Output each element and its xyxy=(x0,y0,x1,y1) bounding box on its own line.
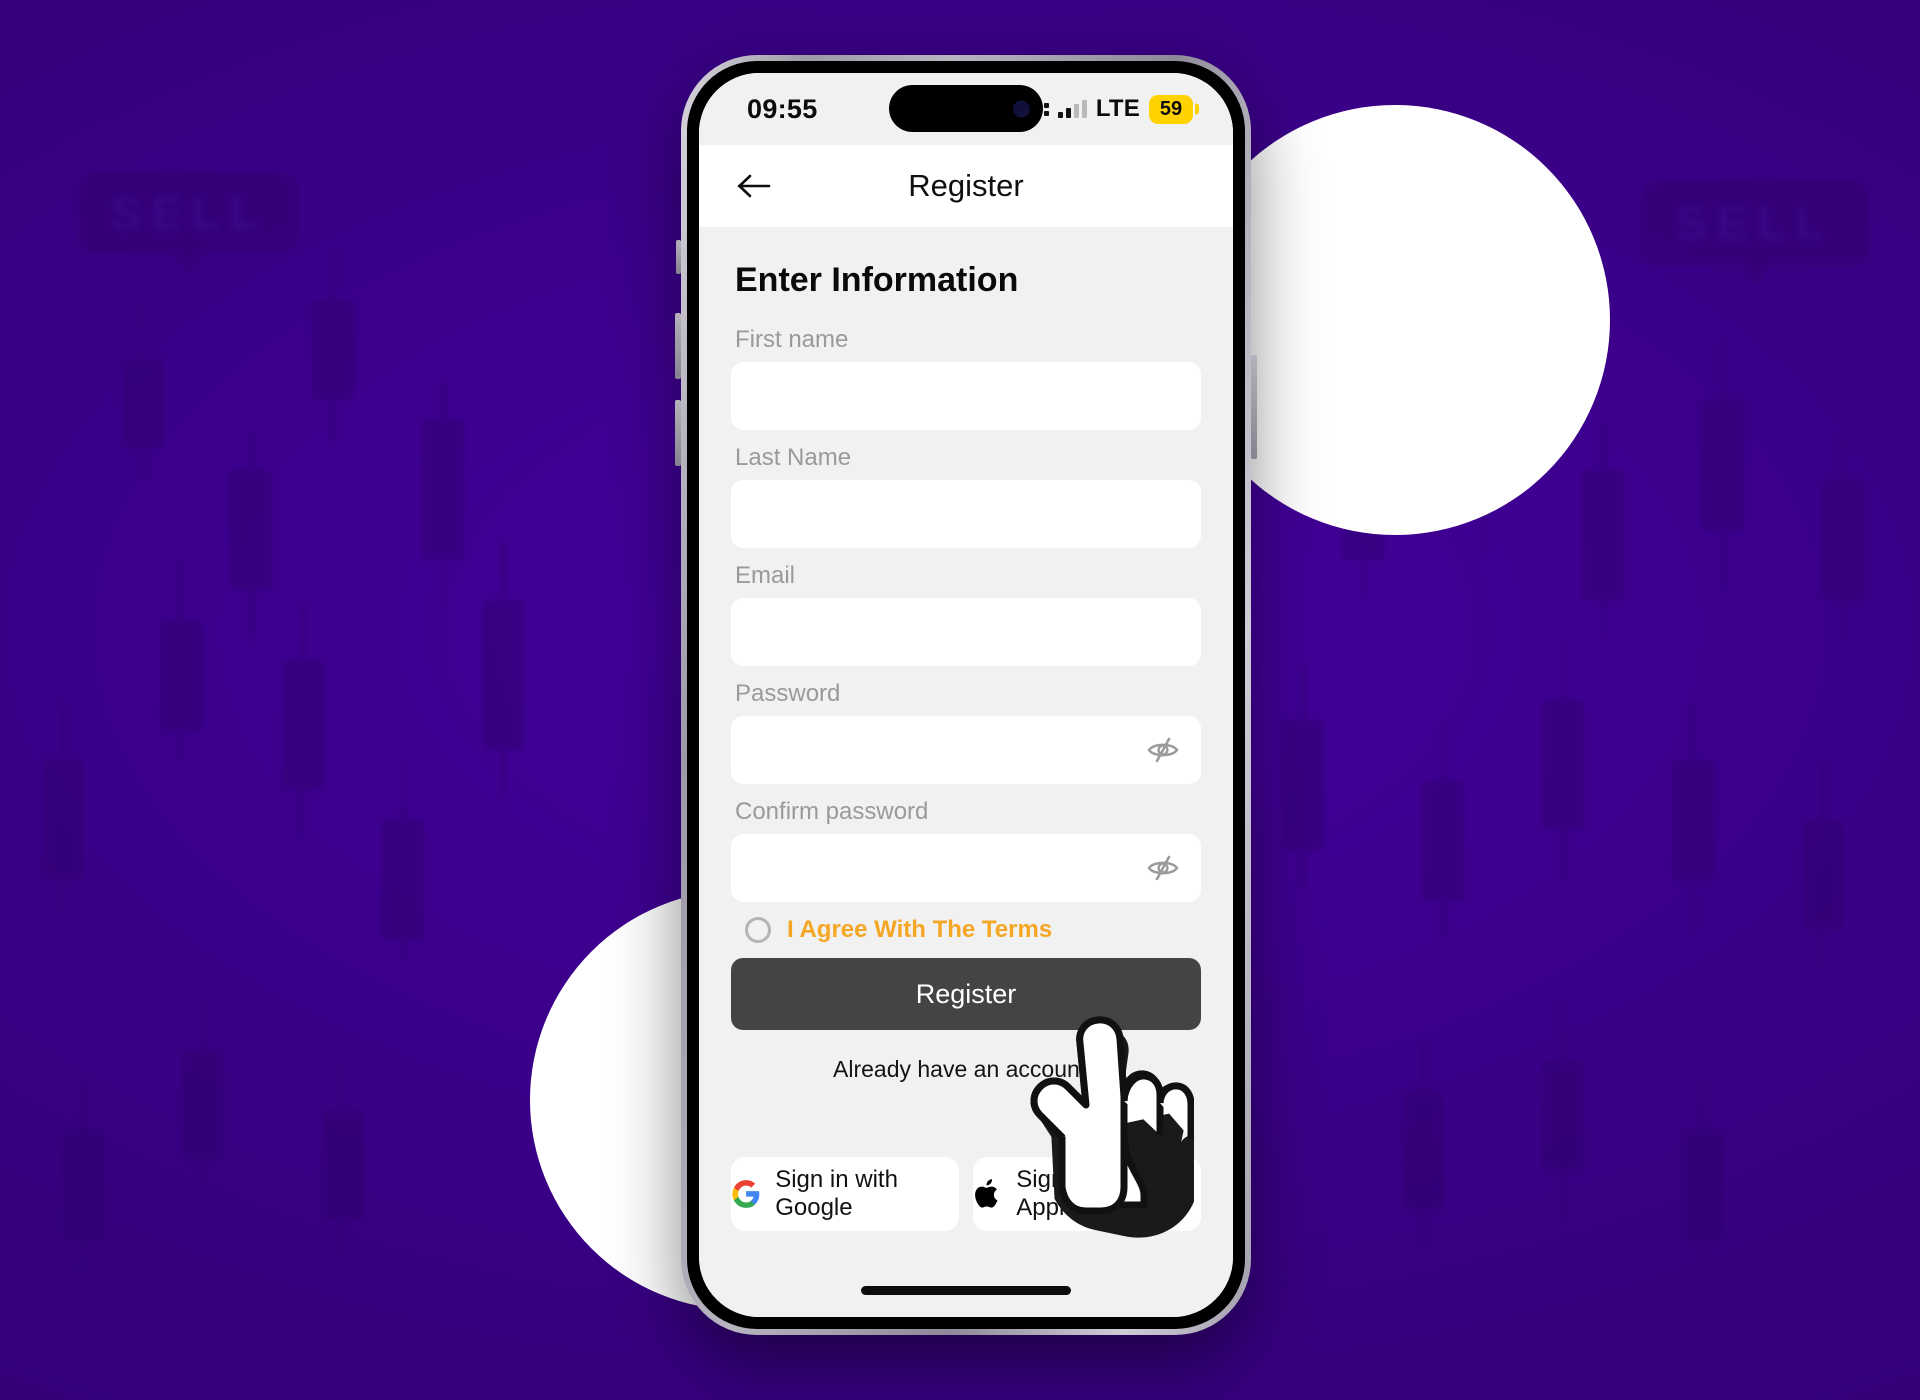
field-label: Email xyxy=(735,562,796,589)
candle-body xyxy=(1682,1130,1724,1240)
arrow-left-icon xyxy=(737,174,771,198)
field-label: Confirm password xyxy=(735,798,929,825)
candle-body xyxy=(1802,820,1844,930)
volume-up-button[interactable] xyxy=(675,313,681,379)
phone-mockup: 09:55 LTE 59 Register Enter Information … xyxy=(675,55,1257,1335)
candle-body xyxy=(1822,480,1864,600)
candle-body xyxy=(282,660,324,790)
phone-bezel: 09:55 LTE 59 Register Enter Information … xyxy=(687,61,1245,1329)
password-input[interactable] xyxy=(753,736,1179,764)
apple-icon xyxy=(975,1179,998,1208)
last-name-input[interactable] xyxy=(753,500,1179,528)
status-bar: 09:55 LTE 59 xyxy=(699,73,1233,145)
last-name-input-wrap[interactable] xyxy=(731,480,1201,548)
volume-down-button[interactable] xyxy=(675,400,681,466)
candle-body xyxy=(1582,470,1624,600)
terms-row[interactable]: I Agree With The Terms xyxy=(745,916,1201,944)
field-last-name: Last Name xyxy=(731,444,1201,548)
first-name-input-wrap[interactable] xyxy=(731,362,1201,430)
candle-body xyxy=(122,360,164,448)
candle-body xyxy=(422,420,464,560)
candle-body xyxy=(42,760,84,880)
network-type-label: LTE xyxy=(1095,95,1140,122)
field-label: Password xyxy=(735,680,841,707)
google-signin-button[interactable]: Sign in with Google xyxy=(731,1157,959,1231)
candle-body xyxy=(482,600,524,750)
field-email: Email xyxy=(731,562,1201,666)
field-first-name: First name xyxy=(731,326,1201,430)
background-sell-tooltip-far-right: SELL xyxy=(1640,180,1870,288)
google-icon xyxy=(732,1180,760,1208)
register-form: Enter Information First name Last Name E… xyxy=(699,227,1233,1317)
candle-body xyxy=(312,300,354,400)
background-sell-tooltip-left: SELL xyxy=(78,172,300,276)
email-input-wrap[interactable] xyxy=(731,598,1201,666)
status-indicators: LTE 59 xyxy=(1027,94,1193,124)
field-confirm-password: Confirm password xyxy=(731,798,1201,902)
candle-body xyxy=(1702,400,1744,530)
back-button[interactable] xyxy=(733,165,775,207)
terms-label[interactable]: I Agree With The Terms xyxy=(787,916,1052,944)
candle-body xyxy=(1422,780,1464,900)
confirm-password-input-wrap[interactable] xyxy=(731,834,1201,902)
dynamic-island xyxy=(889,85,1043,132)
field-label: Last Name xyxy=(735,444,852,471)
apple-signin-button[interactable]: Sign in with Apple xyxy=(973,1157,1201,1231)
candle-body xyxy=(1282,720,1324,850)
password-visibility-toggle[interactable] xyxy=(1145,732,1181,768)
app-navbar: Register xyxy=(699,145,1233,227)
eye-off-icon xyxy=(1147,737,1179,763)
eye-off-icon xyxy=(1147,855,1179,881)
apple-signin-label: Sign in with Apple xyxy=(1016,1166,1139,1221)
candle-body xyxy=(1672,760,1714,880)
page-title: Register xyxy=(908,168,1024,203)
section-heading: Enter Information xyxy=(735,261,1019,299)
phone-screen: 09:55 LTE 59 Register Enter Information … xyxy=(699,73,1233,1317)
status-clock: 09:55 xyxy=(747,93,818,124)
social-signin-row: Sign in with Google Sign in with Apple xyxy=(731,1157,1201,1231)
candle-body xyxy=(62,1130,104,1240)
screenshot-stage: SELL SELL SELL xyxy=(0,0,1920,1400)
power-button[interactable] xyxy=(1251,355,1257,459)
silent-switch[interactable] xyxy=(676,240,681,274)
email-input[interactable] xyxy=(753,618,1179,646)
candle-body xyxy=(160,620,202,730)
google-signin-label: Sign in with Google xyxy=(775,1166,898,1221)
home-indicator[interactable] xyxy=(861,1286,1071,1295)
battery-badge: 59 xyxy=(1149,94,1193,124)
candle-body xyxy=(230,470,272,590)
password-input-wrap[interactable] xyxy=(731,716,1201,784)
confirm-password-input[interactable] xyxy=(753,854,1179,882)
register-button[interactable]: Register xyxy=(731,958,1201,1030)
already-have-account-text[interactable]: Already have an account? xyxy=(731,1056,1201,1083)
candle-body xyxy=(182,1050,224,1160)
front-camera-icon xyxy=(1013,100,1030,117)
candle-body xyxy=(322,1110,364,1220)
confirm-password-visibility-toggle[interactable] xyxy=(1145,850,1181,886)
radio-unchecked-icon[interactable] xyxy=(745,917,771,943)
candle-body xyxy=(1542,1060,1584,1170)
candle-body xyxy=(382,820,424,940)
candle-body xyxy=(1402,1090,1444,1210)
signal-bars-icon xyxy=(1057,100,1087,118)
candle-body xyxy=(1542,700,1584,830)
field-label: First name xyxy=(735,326,849,353)
field-password: Password xyxy=(731,680,1201,784)
first-name-input[interactable] xyxy=(753,382,1179,410)
